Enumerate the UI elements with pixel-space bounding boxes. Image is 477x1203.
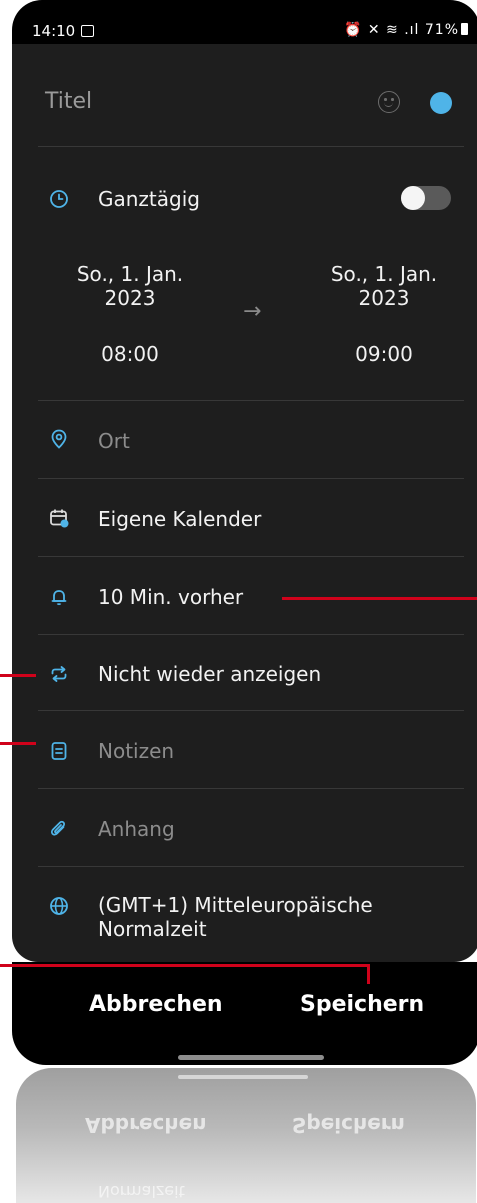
calendar-icon: [50, 509, 69, 528]
status-indicators: ⏰ ✕ ≋ .ıl 71%: [343, 22, 459, 38]
status-bar: 14:10 ⏰ ✕ ≋ .ıl 71%: [12, 8, 477, 44]
location-input[interactable]: Ort: [98, 429, 130, 453]
callout-reminder: [282, 597, 477, 600]
divider: [38, 556, 464, 557]
start-time[interactable]: 08:00: [50, 342, 210, 366]
callout-save-vertical: [367, 964, 370, 984]
end-date[interactable]: So., 1. Jan. 2023: [304, 262, 464, 310]
title-input[interactable]: Titel: [45, 89, 92, 114]
toggle-knob: [401, 186, 425, 210]
start-date-line1: So., 1. Jan.: [76, 262, 184, 286]
timezone-line1: (GMT+1) Mitteleuropäische: [98, 893, 373, 917]
event-editor-card: [12, 44, 477, 962]
all-day-label: Ganztägig: [98, 187, 200, 211]
reflection-save: Speichern: [292, 1113, 405, 1137]
reflection-timezone: Normalzeit: [98, 1182, 185, 1201]
battery-icon: [461, 23, 468, 35]
divider: [38, 710, 464, 711]
timezone-select[interactable]: (GMT+1) Mitteleuropäische Normalzeit: [98, 893, 373, 941]
notes-input[interactable]: Notizen: [98, 739, 174, 763]
clock-icon: [50, 190, 68, 208]
reflection-home-bar: [178, 1075, 308, 1079]
cancel-button[interactable]: Abbrechen: [89, 992, 223, 1017]
attachment-button[interactable]: Anhang: [98, 817, 175, 841]
reflection-cancel: Abbrechen: [85, 1113, 207, 1137]
paperclip-icon: [50, 820, 66, 836]
callout-repeat: [0, 674, 36, 677]
bell-icon: [51, 590, 67, 606]
callout-notes: [0, 742, 36, 745]
reminder-select[interactable]: 10 Min. vorher: [98, 585, 243, 609]
globe-icon: [50, 897, 68, 915]
calendar-select[interactable]: Eigene Kalender: [98, 507, 261, 531]
status-time: 14:10: [32, 22, 76, 40]
end-date-line2: 2023: [358, 286, 410, 310]
home-indicator[interactable]: [178, 1055, 324, 1060]
divider: [38, 146, 464, 147]
divider: [38, 788, 464, 789]
event-color-picker[interactable]: [430, 92, 452, 114]
repeat-select[interactable]: Nicht wieder anzeigen: [98, 662, 321, 686]
all-day-toggle[interactable]: [401, 186, 451, 210]
divider: [38, 478, 464, 479]
divider: [38, 400, 464, 401]
start-date-line2: 2023: [104, 286, 156, 310]
end-time[interactable]: 09:00: [304, 342, 464, 366]
gallery-notification-icon: [81, 25, 94, 37]
emoji-sticker-icon[interactable]: [378, 91, 400, 113]
start-date[interactable]: So., 1. Jan. 2023: [50, 262, 210, 310]
repeat-icon: [51, 666, 67, 682]
callout-save: [0, 964, 370, 967]
save-button[interactable]: Speichern: [300, 992, 424, 1017]
status-icons: ⏰ ✕ ≋ .ıl 71%: [344, 22, 468, 38]
arrow-right-icon: →: [243, 299, 262, 324]
timezone-line2: Normalzeit: [98, 917, 207, 941]
location-pin-icon: [51, 429, 67, 449]
divider: [38, 866, 464, 867]
divider: [38, 634, 464, 635]
mirror-reflection: Abbrechen Speichern Normalzeit: [16, 1068, 476, 1203]
end-date-line1: So., 1. Jan.: [330, 262, 438, 286]
notes-icon: [51, 742, 67, 760]
